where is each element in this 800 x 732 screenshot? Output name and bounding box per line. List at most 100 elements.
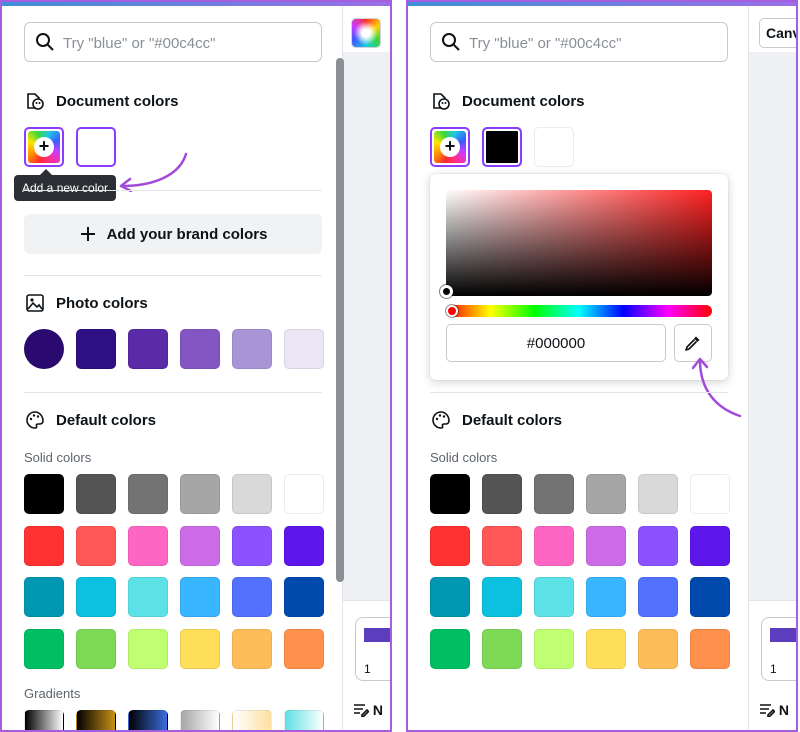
solid-color-swatch[interactable] — [24, 628, 64, 669]
eyedropper-button[interactable] — [674, 324, 712, 362]
hex-input[interactable] — [446, 324, 666, 362]
solid-color-swatch[interactable] — [430, 577, 470, 617]
right-panel: Canv 1 N Document colors + — [406, 0, 798, 732]
document-color-swatch-white[interactable] — [534, 127, 574, 167]
eyedropper-icon — [685, 336, 700, 351]
solid-color-swatch[interactable] — [482, 474, 522, 514]
solid-color-swatch[interactable] — [76, 628, 116, 669]
saturation-value-area[interactable] — [446, 190, 712, 296]
solid-color-swatch[interactable] — [284, 525, 324, 566]
gradient-swatch[interactable] — [76, 710, 116, 730]
notes-icon — [354, 704, 370, 718]
solid-color-swatch[interactable] — [24, 577, 64, 617]
canvas-area: 1 N — [342, 6, 390, 730]
canvas-area: Canv 1 N — [748, 6, 796, 730]
solid-color-swatch[interactable] — [586, 628, 626, 669]
solid-color-swatch[interactable] — [482, 525, 522, 566]
photo-color-swatch[interactable] — [180, 329, 220, 369]
document-palette-icon — [27, 93, 44, 110]
hue-handle[interactable] — [446, 305, 458, 317]
solid-colors-label: Solid colors — [430, 450, 498, 465]
solid-color-swatch[interactable] — [534, 525, 574, 566]
scrollbar[interactable] — [336, 58, 344, 582]
gradient-swatch[interactable] — [232, 710, 272, 730]
solid-colors-label: Solid colors — [24, 450, 92, 465]
solid-color-swatch[interactable] — [586, 525, 626, 566]
add-brand-colors-button[interactable]: Add your brand colors — [24, 214, 322, 254]
solid-color-swatch[interactable] — [284, 577, 324, 617]
default-colors-title: Default colors — [462, 411, 563, 429]
solid-color-swatch[interactable] — [232, 474, 272, 514]
solid-color-swatch[interactable] — [284, 474, 324, 514]
text-color-button[interactable] — [351, 18, 381, 48]
solid-color-swatch[interactable] — [586, 577, 626, 617]
solid-color-swatch[interactable] — [430, 628, 470, 669]
photo-color-swatch[interactable] — [24, 329, 64, 369]
annotation-arrow — [119, 152, 188, 192]
solid-color-swatch[interactable] — [76, 525, 116, 566]
search-input[interactable] — [63, 31, 313, 55]
solid-color-swatch[interactable] — [232, 628, 272, 669]
photo-color-swatch[interactable] — [232, 329, 272, 369]
solid-color-swatch[interactable] — [128, 628, 168, 669]
gradient-swatch[interactable] — [24, 710, 64, 730]
solid-color-swatch[interactable] — [482, 577, 522, 617]
solid-color-swatch[interactable] — [690, 577, 730, 617]
notes-button[interactable]: N — [353, 702, 383, 718]
pages-strip: 1 N — [343, 600, 390, 730]
gradient-swatch[interactable] — [284, 710, 324, 730]
notes-button[interactable]: N — [759, 702, 789, 718]
saturation-handle[interactable] — [440, 285, 453, 298]
search-box[interactable] — [430, 22, 728, 62]
add-new-color-button[interactable]: + — [24, 127, 64, 167]
document-color-swatch[interactable] — [76, 127, 116, 167]
solid-color-swatch[interactable] — [638, 474, 678, 514]
solid-color-swatch[interactable] — [534, 577, 574, 617]
solid-color-swatch[interactable] — [180, 474, 220, 514]
solid-color-swatch[interactable] — [24, 525, 64, 566]
gradient-swatch[interactable] — [128, 710, 168, 730]
search-box[interactable] — [24, 22, 322, 62]
solid-color-swatch[interactable] — [430, 474, 470, 514]
solid-color-swatch[interactable] — [128, 577, 168, 617]
photo-color-swatch[interactable] — [128, 329, 168, 369]
solid-color-swatch[interactable] — [534, 474, 574, 514]
solid-color-swatch[interactable] — [76, 474, 116, 514]
tooltip: Add a new color — [14, 169, 117, 201]
solid-color-swatch[interactable] — [284, 628, 324, 669]
solid-color-swatch[interactable] — [128, 474, 168, 514]
canva-button[interactable]: Canv — [759, 18, 796, 48]
panel-gap — [392, 0, 406, 732]
document-palette-icon — [433, 93, 450, 110]
solid-color-swatch[interactable] — [180, 628, 220, 669]
solid-color-swatch[interactable] — [76, 577, 116, 617]
solid-color-swatch[interactable] — [180, 525, 220, 566]
default-colors-title: Default colors — [56, 411, 157, 429]
page-thumbnail[interactable]: 1 — [355, 617, 390, 681]
solid-color-swatch[interactable] — [128, 525, 168, 566]
document-color-swatch-black[interactable] — [482, 127, 522, 167]
solid-color-swatch[interactable] — [430, 525, 470, 566]
solid-color-swatch[interactable] — [638, 577, 678, 617]
solid-color-swatch[interactable] — [232, 525, 272, 566]
solid-color-swatch[interactable] — [24, 474, 64, 514]
solid-color-swatch[interactable] — [690, 525, 730, 566]
solid-color-swatch[interactable] — [482, 628, 522, 669]
gradient-swatch[interactable] — [180, 710, 220, 730]
photo-color-swatch[interactable] — [76, 329, 116, 369]
divider — [24, 275, 322, 276]
solid-color-swatch[interactable] — [180, 577, 220, 617]
solid-color-swatch[interactable] — [690, 628, 730, 669]
solid-color-swatch[interactable] — [638, 525, 678, 566]
solid-color-swatch[interactable] — [232, 577, 272, 617]
solid-color-swatch[interactable] — [690, 474, 730, 514]
solid-color-swatch[interactable] — [534, 628, 574, 669]
hue-slider[interactable] — [446, 305, 712, 317]
page-thumbnail[interactable]: 1 — [761, 617, 796, 681]
solid-color-swatch[interactable] — [586, 474, 626, 514]
photo-color-swatch[interactable] — [284, 329, 324, 369]
color-picker-popover — [430, 174, 728, 380]
add-new-color-button[interactable]: + — [430, 127, 470, 167]
solid-color-swatch[interactable] — [638, 628, 678, 669]
search-input[interactable] — [469, 31, 719, 55]
